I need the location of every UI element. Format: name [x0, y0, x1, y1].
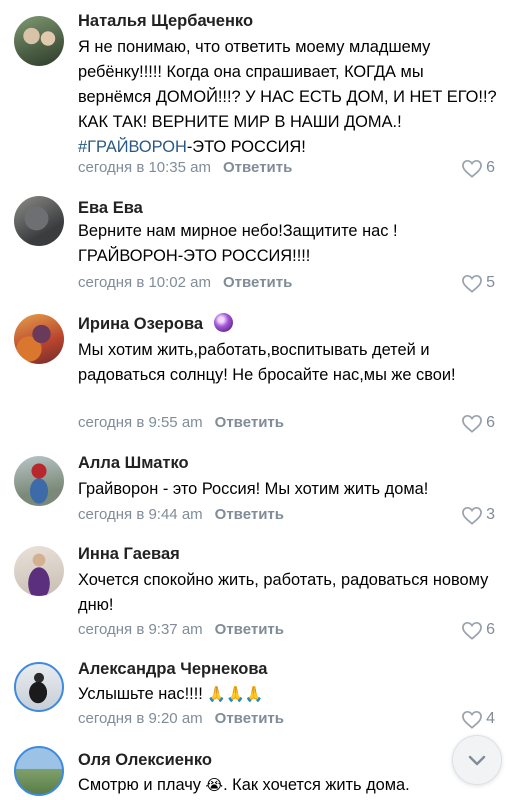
avatar[interactable]	[14, 746, 64, 796]
comment-text-part: -ЭТО РОССИЯ!	[186, 138, 306, 156]
heart-outline-icon	[462, 159, 483, 178]
comment-text: Верните нам мирное небо!Защитите нас ! Г…	[78, 222, 398, 265]
comment-meta: сегодня в 9:55 am Ответить	[78, 413, 284, 433]
scroll-down-button[interactable]	[452, 735, 502, 785]
heart-outline-icon	[462, 710, 483, 729]
reply-button[interactable]: Ответить	[215, 621, 284, 638]
comment-time: сегодня в 9:55 am	[78, 414, 203, 431]
heart-outline-icon	[462, 414, 483, 433]
reply-button[interactable]: Ответить	[223, 274, 292, 291]
comment-author[interactable]: Ева Ева	[78, 198, 143, 218]
reply-button[interactable]: Ответить	[215, 414, 284, 431]
comment-text-part: Услышьте нас!!!!	[78, 685, 203, 703]
comment-text: Услышьте нас!!!! 🙏🙏🙏	[78, 682, 500, 707]
like-button[interactable]: 4	[461, 709, 495, 729]
comment-time: сегодня в 9:37 am	[78, 621, 203, 638]
heart-outline-icon	[462, 274, 483, 293]
comment-text: Грайворон - это Россия! Мы хотим жить до…	[78, 480, 429, 498]
like-count: 6	[486, 159, 495, 176]
hashtag-link[interactable]: #ГРАЙВОРОН	[78, 138, 187, 156]
comment-meta: сегодня в 9:20 am Ответить	[78, 709, 284, 729]
heart-outline-icon	[462, 621, 483, 640]
like-count: 5	[486, 274, 495, 291]
heart-outline-icon	[462, 506, 483, 525]
crying-face-emoji-icon: 😭	[205, 777, 224, 794]
comment-meta: сегодня в 10:02 am Ответить	[78, 273, 292, 293]
comment-author[interactable]: Наталья Щербаченко	[78, 11, 253, 31]
reply-button[interactable]: Ответить	[215, 506, 284, 523]
like-count: 6	[486, 621, 495, 638]
comment-time: сегодня в 9:20 am	[78, 710, 203, 727]
comment-meta: сегодня в 9:44 am Ответить	[78, 505, 284, 525]
comment-text: Хочется спокойно жить, работать, радоват…	[78, 571, 489, 614]
comment-text: Мы хотим жить,работать,воспитывать детей…	[78, 341, 456, 384]
like-count: 4	[486, 710, 495, 727]
crystal-ball-emoji-icon	[213, 313, 233, 332]
comment-author[interactable]: Александра Чернекова	[78, 659, 267, 679]
comment-meta: сегодня в 10:35 am Ответить	[78, 158, 292, 178]
like-button[interactable]: 6	[461, 158, 495, 178]
avatar[interactable]	[14, 546, 64, 596]
like-count: 3	[486, 506, 495, 523]
like-count: 6	[486, 414, 495, 431]
avatar[interactable]	[14, 662, 64, 712]
comment-meta: сегодня в 9:37 am Ответить	[78, 620, 284, 640]
comment-author-name: Ирина Озерова	[78, 315, 204, 333]
like-button[interactable]: 5	[461, 273, 495, 293]
comment-time: сегодня в 10:02 am	[78, 274, 212, 291]
chevron-down-icon	[468, 755, 486, 766]
comment-time: сегодня в 9:44 am	[78, 506, 203, 523]
comment-text: Смотрю и плачу 😭. Как хочется жить дома.	[78, 773, 500, 798]
reply-button[interactable]: Ответить	[223, 159, 292, 176]
comment-author[interactable]: Алла Шматко	[78, 453, 189, 473]
like-button[interactable]: 3	[461, 505, 495, 525]
comment-author[interactable]: Инна Гаевая	[78, 544, 180, 564]
like-button[interactable]: 6	[461, 620, 495, 640]
like-button[interactable]: 6	[461, 413, 495, 433]
reply-button[interactable]: Ответить	[215, 710, 284, 727]
comment-text-part: Смотрю и плачу	[78, 776, 206, 794]
avatar[interactable]	[14, 456, 64, 506]
comment-author[interactable]: Ирина Озерова	[78, 313, 233, 334]
comment-time: сегодня в 10:35 am	[78, 159, 212, 176]
comment-text: Я не понимаю, что ответить моему младшем…	[78, 35, 500, 160]
avatar[interactable]	[14, 196, 64, 246]
comment-author[interactable]: Оля Олексиенко	[78, 750, 212, 770]
comment-text-part: Я не понимаю, что ответить моему младшем…	[78, 38, 497, 131]
avatar[interactable]	[14, 314, 64, 364]
comment-text-part: . Как хочется жить дома.	[223, 776, 410, 794]
avatar[interactable]	[14, 16, 64, 66]
praying-hands-emoji-icon: 🙏🙏🙏	[207, 686, 264, 703]
